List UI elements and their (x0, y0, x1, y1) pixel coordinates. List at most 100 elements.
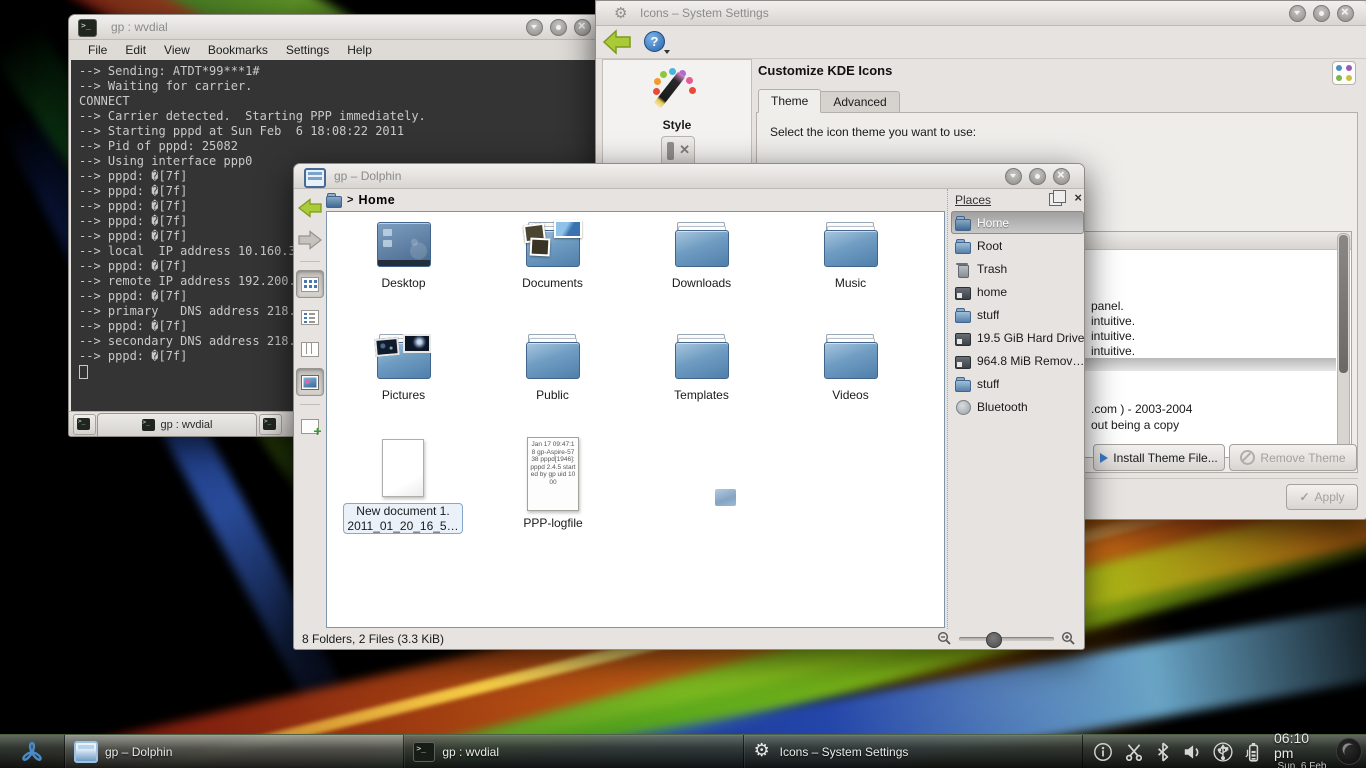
battery-icon[interactable] (1244, 741, 1262, 763)
home-folder-icon[interactable] (326, 193, 342, 207)
bluetooth-icon[interactable] (1155, 742, 1171, 762)
file-item-ppp-logfile[interactable]: Jan 17 09:47:18 gp-Aspire-5738 pppd[1946… (497, 437, 609, 530)
divider (300, 261, 320, 262)
taskbar-task[interactable]: gp – Dolphin (65, 735, 404, 768)
settings-tabs: Theme Advanced (758, 89, 900, 113)
apply-button[interactable]: ✓ Apply (1286, 484, 1358, 510)
list-item-fragment[interactable]: intuitive. (1091, 344, 1135, 359)
list-item-fragment[interactable]: panel. (1091, 299, 1135, 314)
breadcrumb-home[interactable]: Home (358, 193, 395, 207)
list-item-fragment[interactable]: intuitive. (1091, 314, 1135, 329)
columns-view-button[interactable] (297, 336, 323, 362)
folder-item[interactable]: Documents (493, 222, 613, 334)
menu-item[interactable]: View (155, 41, 199, 59)
desktop: gp : wvdial FileEditViewBookmarksSetting… (0, 0, 1366, 768)
folder-item[interactable]: Pictures (344, 334, 464, 446)
place-item[interactable]: home (951, 280, 1084, 303)
back-button[interactable] (602, 29, 632, 55)
details-view-button[interactable] (297, 304, 323, 330)
zoom-slider[interactable] (959, 637, 1054, 641)
panel-toolbox-cashew[interactable] (1336, 738, 1362, 765)
close-panel-icon[interactable]: × (1074, 190, 1082, 205)
file-item-new-document[interactable]: New document 1. 2011_01_20_16_5… (347, 439, 459, 534)
tab-list-button[interactable] (259, 414, 282, 435)
folder-item[interactable]: Videos (791, 334, 911, 446)
folder-icon (675, 334, 729, 379)
install-theme-button[interactable]: Install Theme File... (1093, 444, 1225, 471)
place-item[interactable]: Home (951, 211, 1084, 234)
menu-item[interactable]: Bookmarks (199, 41, 277, 59)
minimize-button[interactable] (526, 19, 543, 36)
install-theme-label: Install Theme File... (1113, 451, 1217, 465)
tab-advanced[interactable]: Advanced (821, 91, 899, 113)
remove-theme-button[interactable]: Remove Theme (1229, 444, 1357, 471)
place-icon (955, 354, 971, 368)
menu-item[interactable]: Help (338, 41, 381, 59)
taskbar-task[interactable]: Icons – System Settings (744, 735, 1083, 768)
maximize-button[interactable] (550, 19, 567, 36)
preview-toggle-button[interactable] (296, 368, 324, 396)
place-item[interactable]: stuff (951, 372, 1084, 395)
folder-item[interactable]: Desktop (344, 222, 464, 334)
terminal-line: CONNECT (79, 94, 599, 109)
clock-widget[interactable]: 06:10 pm Sun, 6 Feb (1270, 735, 1334, 768)
folder-item[interactable]: Public (493, 334, 613, 446)
folder-item[interactable]: Music (791, 222, 911, 334)
maximize-button[interactable] (1029, 168, 1046, 185)
preview-icon (301, 375, 319, 390)
sidebar-item-label: Style (603, 118, 751, 132)
help-button[interactable]: ? (642, 30, 668, 54)
zoom-out-icon[interactable] (937, 631, 952, 646)
menu-item[interactable]: Edit (116, 41, 155, 59)
list-scrollbar[interactable] (1337, 233, 1350, 456)
icons-view-button[interactable] (296, 270, 324, 298)
terminal-titlebar[interactable]: gp : wvdial (69, 15, 601, 40)
folder-item[interactable]: Downloads (642, 222, 762, 334)
maximize-button[interactable] (1313, 5, 1330, 22)
folder-view[interactable]: Desktop Documents (326, 211, 945, 628)
klipper-scissors-icon[interactable] (1124, 742, 1144, 762)
place-label: 19.5 GiB Hard Drive (977, 331, 1084, 345)
taskbar-task[interactable]: gp : wvdial (404, 735, 743, 768)
new-tab-button[interactable] (73, 414, 96, 435)
zoom-in-icon[interactable] (1061, 631, 1076, 646)
menu-item[interactable]: Settings (277, 41, 338, 59)
settings-title: Icons – System Settings (640, 6, 769, 20)
zoom-slider-handle[interactable] (986, 632, 1002, 648)
place-item[interactable]: 964.8 MiB Remov… (951, 349, 1084, 372)
forward-button[interactable] (297, 227, 323, 253)
place-item[interactable]: 19.5 GiB Hard Drive (951, 326, 1084, 349)
place-item[interactable]: Bluetooth (951, 395, 1084, 418)
place-item[interactable]: Root (951, 234, 1084, 257)
back-button[interactable] (297, 195, 323, 221)
menu-item[interactable]: File (79, 41, 116, 59)
sidebar-item-style[interactable]: Style (603, 68, 751, 132)
close-button[interactable] (1053, 168, 1070, 185)
folder-item[interactable]: Templates (642, 334, 762, 446)
usb-device-icon[interactable] (1213, 742, 1233, 762)
place-item[interactable]: stuff (951, 303, 1084, 326)
dolphin-window: gp – Dolphin > Home (293, 163, 1085, 650)
scrollbar-thumb[interactable] (1339, 235, 1348, 373)
close-button[interactable] (574, 19, 591, 36)
text-preview-icon: Jan 17 09:47:18 gp-Aspire-5738 pppd[1946… (527, 437, 579, 511)
app-launcher-button[interactable] (0, 735, 65, 768)
detach-panel-icon[interactable] (1049, 193, 1062, 206)
dolphin-titlebar[interactable]: gp – Dolphin (294, 164, 1084, 189)
info-icon[interactable] (1093, 742, 1113, 762)
terminal-tab[interactable]: gp : wvdial (97, 413, 257, 436)
close-button[interactable] (1337, 5, 1354, 22)
settings-titlebar[interactable]: ⚙ Icons – System Settings (596, 1, 1366, 26)
minimize-button[interactable] (1005, 168, 1022, 185)
document-icon (382, 439, 424, 497)
tab-theme[interactable]: Theme (758, 89, 821, 113)
volume-icon[interactable] (1182, 742, 1202, 762)
place-icon (955, 262, 971, 276)
minimize-button[interactable] (1289, 5, 1306, 22)
place-item[interactable]: Trash (951, 257, 1084, 280)
folder-label: Public (536, 388, 569, 402)
list-item-fragment[interactable]: intuitive. (1091, 329, 1135, 344)
split-view-button[interactable] (297, 413, 323, 439)
status-text: 8 Folders, 2 Files (3.3 KiB) (302, 632, 444, 646)
theme-description: .com ) - 2003-2004out being a copy (1091, 401, 1192, 433)
